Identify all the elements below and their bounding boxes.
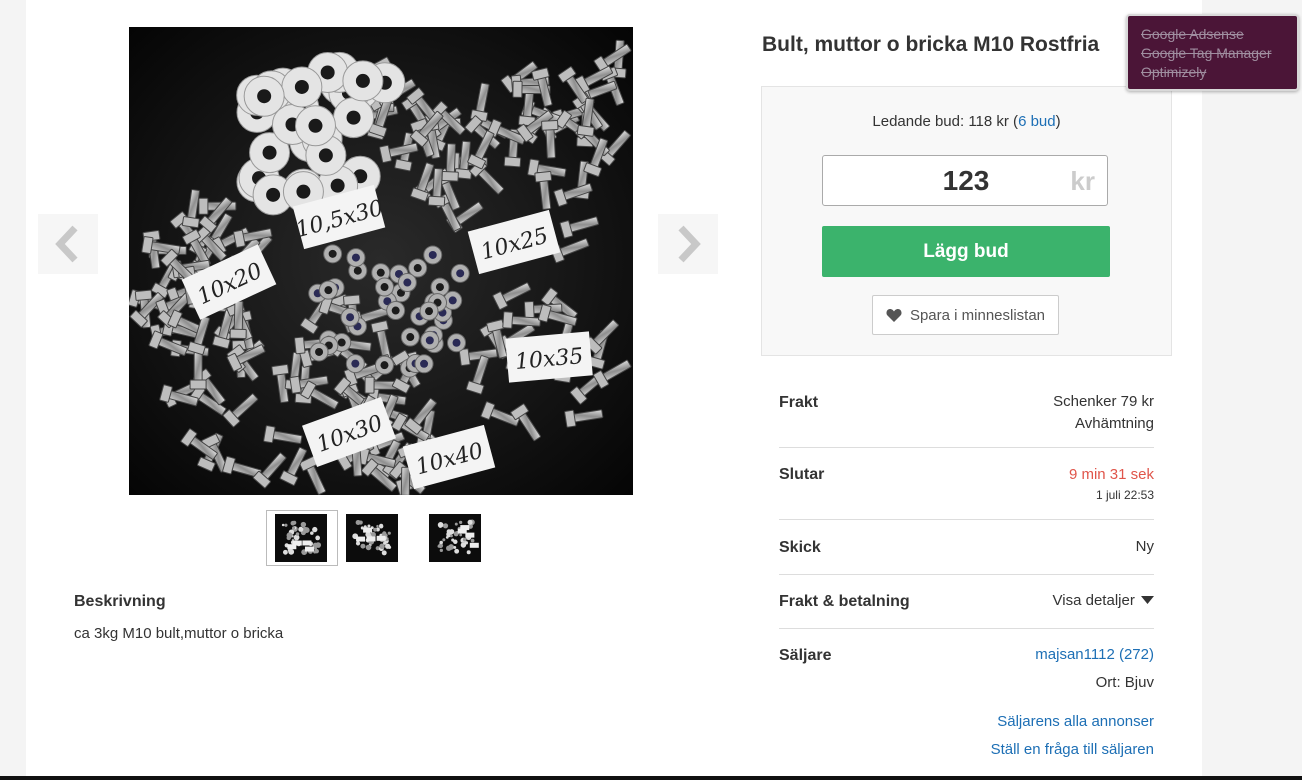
washer-shape bbox=[333, 97, 375, 139]
show-details-toggle[interactable]: Visa detaljer bbox=[1053, 592, 1154, 609]
bid-amount-input[interactable]: 123 kr bbox=[822, 155, 1108, 206]
bid-currency-unit: kr bbox=[1070, 166, 1095, 196]
shipping-payment-row: Frakt & betalning Visa detaljer bbox=[779, 575, 1154, 629]
nut-shape bbox=[318, 280, 338, 300]
listing-title: Bult, muttor o bricka M10 Rostfria bbox=[762, 33, 1100, 56]
gallery-next-button[interactable] bbox=[658, 214, 718, 274]
ends-row-divider bbox=[779, 448, 1154, 520]
chevron-right-icon bbox=[678, 225, 701, 263]
bottom-bar bbox=[0, 776, 1302, 780]
bid-count-link[interactable]: 6 bud bbox=[1018, 113, 1056, 130]
nut-shape bbox=[397, 273, 417, 293]
seller-location: Ort: Bjuv bbox=[1095, 674, 1154, 691]
heart-icon bbox=[886, 308, 902, 322]
tracker-item[interactable]: Google Tag Manager bbox=[1141, 44, 1297, 63]
caret-down-icon bbox=[1141, 596, 1154, 604]
thumbnail-2[interactable] bbox=[346, 514, 398, 562]
shipping-option-1: Schenker 79 kr bbox=[1053, 393, 1154, 410]
price-tag-label: 10x35 bbox=[505, 331, 593, 383]
condition-row: Skick Ny bbox=[779, 520, 1154, 575]
bid-panel: Ledande bud: 118 kr (6 bud) 123 kr Lägg … bbox=[761, 86, 1172, 356]
washer-shape bbox=[281, 66, 323, 108]
nut-shape bbox=[420, 330, 440, 350]
leading-bid-prefix: Ledande bud: 118 kr ( bbox=[872, 113, 1019, 130]
show-details-label: Visa detaljer bbox=[1052, 592, 1135, 609]
condition-label: Skick bbox=[779, 539, 821, 556]
nut-shape bbox=[400, 327, 420, 347]
tracker-item[interactable]: Optimizely bbox=[1141, 63, 1297, 82]
thumbnail-3[interactable] bbox=[429, 514, 481, 562]
place-bid-button[interactable]: Lägg bud bbox=[822, 226, 1110, 277]
nut-shape bbox=[423, 245, 443, 265]
nut-shape bbox=[375, 277, 395, 297]
seller-label: Säljare bbox=[779, 647, 832, 664]
shipping-payment-label: Frakt & betalning bbox=[779, 593, 910, 610]
nut-shape bbox=[447, 333, 467, 353]
washer-shape bbox=[342, 60, 384, 102]
seller-all-ads-link[interactable]: Säljarens alla annonser bbox=[997, 713, 1154, 730]
shipping-label: Frakt bbox=[779, 394, 819, 411]
nut-shape bbox=[309, 342, 329, 362]
gallery-prev-button[interactable] bbox=[38, 214, 98, 274]
nut-shape bbox=[374, 355, 394, 375]
shipping-row: Frakt Schenker 79 kr Avhämtning bbox=[779, 380, 1154, 448]
nut-shape bbox=[450, 263, 470, 283]
chevron-left-icon bbox=[55, 225, 78, 263]
thumbnail-1[interactable] bbox=[275, 514, 327, 562]
washer-shape bbox=[294, 105, 336, 147]
seller-row: Säljare majsan1112 (272) Ort: Bjuv Sälja… bbox=[779, 629, 1154, 769]
condition-value: Ny bbox=[1135, 538, 1154, 555]
tracker-item[interactable]: Google Adsense bbox=[1141, 25, 1297, 44]
save-button-label: Spara i minneslistan bbox=[909, 306, 1046, 324]
washer-shape bbox=[243, 75, 285, 117]
seller-rating: (272) bbox=[1118, 646, 1154, 663]
nut-shape bbox=[430, 277, 450, 297]
nut-shape bbox=[414, 354, 434, 374]
bid-amount-value: 123 bbox=[942, 165, 990, 196]
nut-shape bbox=[346, 248, 366, 268]
tracker-blocker-popup: Google Adsense Google Tag Manager Optimi… bbox=[1126, 14, 1299, 91]
leading-bid-text: Ledande bud: 118 kr (6 bud) bbox=[762, 113, 1171, 130]
seller-link[interactable]: majsan1112 (272) bbox=[1035, 646, 1154, 663]
description-text: ca 3kg M10 bult,muttor o bricka bbox=[74, 625, 284, 642]
description-heading: Beskrivning bbox=[74, 593, 166, 610]
nut-shape bbox=[345, 354, 365, 374]
seller-name: majsan1112 bbox=[1035, 646, 1115, 663]
nut-shape bbox=[419, 301, 439, 321]
leading-bid-suffix: ) bbox=[1055, 113, 1061, 130]
save-to-watchlist-button[interactable]: Spara i minneslistan bbox=[872, 295, 1059, 335]
main-product-image[interactable]: 10x20 10,5x30 10x25 10x35 10x30 10x40 bbox=[129, 27, 633, 495]
nut-shape bbox=[340, 307, 360, 327]
nut-shape bbox=[323, 244, 343, 264]
ask-seller-link[interactable]: Ställ en fråga till säljaren bbox=[991, 741, 1154, 758]
shipping-option-2: Avhämtning bbox=[1075, 415, 1154, 432]
nut-shape bbox=[386, 301, 406, 321]
